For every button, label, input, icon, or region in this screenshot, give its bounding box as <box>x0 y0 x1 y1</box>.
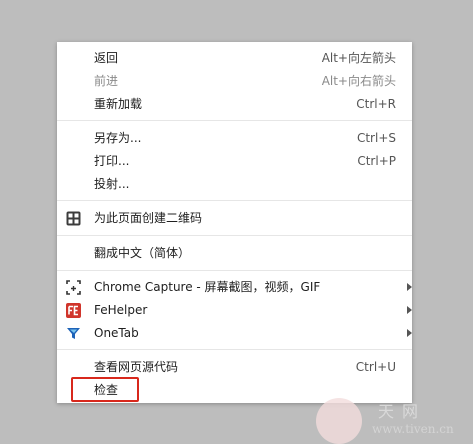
menu-item-label: OneTab <box>94 326 139 340</box>
menu-separator <box>57 200 412 201</box>
menu-item-save-as[interactable]: 另存为... Ctrl+S <box>57 127 412 150</box>
inspect-highlight-box <box>71 377 139 402</box>
capture-crop-icon <box>66 280 81 295</box>
submenu-arrow-icon <box>407 306 412 314</box>
menu-item-chrome-capture[interactable]: Chrome Capture - 屏幕截图，视频，GIF <box>57 276 412 299</box>
menu-item-label: 重新加载 <box>94 97 143 111</box>
submenu-arrow-icon <box>407 283 412 291</box>
watermark-url: www.tiven.cn <box>372 422 454 436</box>
menu-item-shortcut: Ctrl+S <box>356 131 396 145</box>
menu-item-translate[interactable]: 翻成中文（简体） <box>57 242 412 265</box>
fehelper-icon <box>66 303 81 318</box>
menu-item-label: 打印... <box>94 154 130 168</box>
menu-separator <box>57 270 412 271</box>
menu-item-shortcut: Alt+向右箭头 <box>321 74 396 88</box>
menu-item-label: 前进 <box>94 74 119 88</box>
menu-item-reload[interactable]: 重新加载 Ctrl+R <box>57 93 412 116</box>
menu-item-onetab[interactable]: OneTab <box>57 322 412 345</box>
menu-separator <box>57 235 412 236</box>
watermark: 天网 www.tiven.cn <box>316 396 473 444</box>
menu-item-forward[interactable]: 前进 Alt+向右箭头 <box>57 70 412 93</box>
menu-item-fehelper[interactable]: FeHelper <box>57 299 412 322</box>
menu-item-label: 查看网页源代码 <box>94 360 179 374</box>
menu-item-label: 为此页面创建二维码 <box>94 211 203 225</box>
menu-item-print[interactable]: 打印... Ctrl+P <box>57 150 412 173</box>
menu-item-cast[interactable]: 投射... <box>57 173 412 196</box>
qr-code-icon <box>66 211 81 226</box>
menu-item-label: FeHelper <box>94 303 148 317</box>
onetab-funnel-icon <box>67 328 80 339</box>
menu-separator <box>57 120 412 121</box>
menu-item-view-source[interactable]: 查看网页源代码 Ctrl+U <box>57 356 412 379</box>
menu-item-label: 另存为... <box>94 131 142 145</box>
submenu-arrow-icon <box>407 329 412 337</box>
menu-item-label: 投射... <box>94 177 130 191</box>
menu-item-shortcut: Ctrl+R <box>356 97 396 111</box>
menu-item-shortcut: Ctrl+P <box>357 154 396 168</box>
menu-item-back[interactable]: 返回 Alt+向左箭头 <box>57 47 412 70</box>
menu-item-label: 返回 <box>94 51 119 65</box>
watermark-title: 天网 <box>378 402 427 421</box>
menu-item-label: Chrome Capture - 屏幕截图，视频，GIF <box>94 280 321 294</box>
watermark-logo-icon <box>316 398 362 444</box>
menu-item-shortcut: Alt+向左箭头 <box>321 51 396 65</box>
menu-item-create-qr-code[interactable]: 为此页面创建二维码 <box>57 207 412 230</box>
menu-separator <box>57 349 412 350</box>
menu-item-label: 翻成中文（简体） <box>94 246 191 260</box>
menu-item-shortcut: Ctrl+U <box>355 360 396 374</box>
context-menu: 返回 Alt+向左箭头 前进 Alt+向右箭头 重新加载 Ctrl+R 另存为.… <box>57 42 412 403</box>
